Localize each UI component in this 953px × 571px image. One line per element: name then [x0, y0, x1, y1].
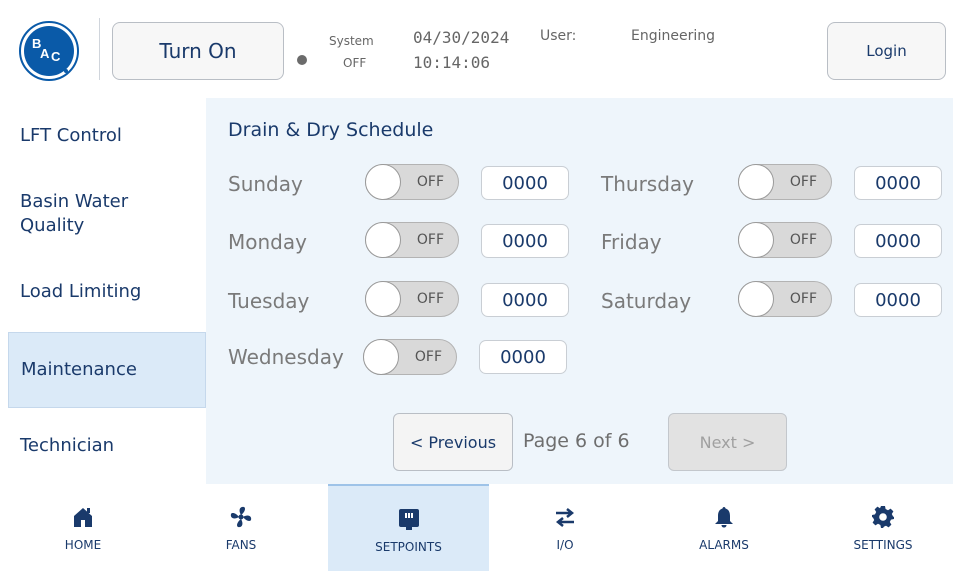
day-label-wednesday: Wednesday [228, 345, 344, 369]
toggle-state: OFF [414, 349, 442, 365]
user-value: Engineering [631, 28, 715, 44]
page-indicator: Page 6 of 6 [523, 430, 630, 452]
time-input-monday[interactable]: 0000 [481, 224, 569, 258]
date-display: 04/30/2024 [413, 28, 510, 47]
nav-home[interactable]: HOME [8, 484, 158, 571]
time-input-saturday[interactable]: 0000 [854, 283, 942, 317]
toggle-state: OFF [789, 174, 817, 190]
day-label-friday: Friday [601, 230, 662, 254]
day-label-sunday: Sunday [228, 172, 303, 196]
logo-divider [99, 18, 100, 80]
time-display: 10:14:06 [413, 53, 491, 72]
login-button[interactable]: Login [827, 22, 946, 80]
toggle-tuesday[interactable]: OFF [365, 281, 459, 317]
toggle-knob [365, 222, 401, 258]
header: B A C Turn On System OFF 04/30/2024 10:1… [0, 0, 953, 98]
previous-button[interactable]: < Previous [393, 413, 513, 471]
toggle-state: OFF [789, 232, 817, 248]
time-input-tuesday[interactable]: 0000 [481, 283, 569, 317]
setpoints-icon [396, 506, 422, 532]
io-arrows-icon [552, 504, 578, 530]
nav-fans[interactable]: FANS [166, 484, 316, 571]
bell-icon [711, 504, 737, 530]
toggle-knob [738, 281, 774, 317]
nav-label: SETPOINTS [375, 540, 442, 554]
toggle-knob [738, 164, 774, 200]
toggle-friday[interactable]: OFF [738, 222, 832, 258]
svg-text:A: A [40, 46, 50, 61]
day-label-tuesday: Tuesday [228, 289, 310, 313]
day-label-saturday: Saturday [601, 289, 692, 313]
toggle-state: OFF [416, 232, 444, 248]
nav-alarms[interactable]: ALARMS [649, 484, 799, 571]
day-label-thursday: Thursday [601, 172, 694, 196]
nav-label: ALARMS [699, 538, 749, 552]
svg-text:C: C [51, 49, 61, 64]
nav-setpoints[interactable]: SETPOINTS [328, 484, 489, 571]
next-button[interactable]: Next > [668, 413, 787, 471]
toggle-thursday[interactable]: OFF [738, 164, 832, 200]
nav-label: SETTINGS [853, 538, 913, 552]
day-label-monday: Monday [228, 230, 307, 254]
nav-label: FANS [225, 538, 257, 552]
nav-label: HOME [64, 538, 102, 552]
home-icon [70, 504, 96, 530]
bac-logo: B A C [18, 20, 80, 82]
sidebar-item-lft-control[interactable]: LFT Control [8, 112, 206, 160]
toggle-sunday[interactable]: OFF [365, 164, 459, 200]
system-label: System [329, 34, 374, 48]
time-input-wednesday[interactable]: 0000 [479, 340, 567, 374]
bottom-nav: HOME FANS SETPOINTS I/O ALARMS SETTINGS [0, 484, 953, 571]
gear-icon [870, 504, 896, 530]
toggle-state: OFF [416, 291, 444, 307]
sidebar-item-technician[interactable]: Technician [8, 422, 206, 470]
system-status-dot [297, 55, 307, 65]
toggle-state: OFF [789, 291, 817, 307]
turn-on-button[interactable]: Turn On [112, 22, 284, 80]
toggle-saturday[interactable]: OFF [738, 281, 832, 317]
toggle-knob [363, 339, 399, 375]
nav-label: I/O [556, 538, 574, 552]
nav-settings[interactable]: SETTINGS [808, 484, 953, 571]
sidebar: LFT Control Basin Water Quality Load Lim… [0, 98, 206, 484]
sidebar-item-basin-water-quality[interactable]: Basin Water Quality [8, 178, 178, 250]
time-input-thursday[interactable]: 0000 [854, 166, 942, 200]
toggle-wednesday[interactable]: OFF [363, 339, 457, 375]
toggle-monday[interactable]: OFF [365, 222, 459, 258]
sidebar-item-load-limiting[interactable]: Load Limiting [8, 268, 206, 316]
toggle-knob [365, 281, 401, 317]
system-status: OFF [343, 56, 367, 70]
nav-io[interactable]: I/O [490, 484, 640, 571]
fan-icon [228, 504, 254, 530]
user-label: User: [540, 28, 577, 44]
toggle-knob [738, 222, 774, 258]
schedule-panel: Drain & Dry Schedule [206, 98, 953, 484]
page-title: Drain & Dry Schedule [228, 119, 434, 141]
time-input-friday[interactable]: 0000 [854, 224, 942, 258]
sidebar-item-maintenance[interactable]: Maintenance [8, 332, 206, 408]
toggle-knob [365, 164, 401, 200]
time-input-sunday[interactable]: 0000 [481, 166, 569, 200]
toggle-state: OFF [416, 174, 444, 190]
